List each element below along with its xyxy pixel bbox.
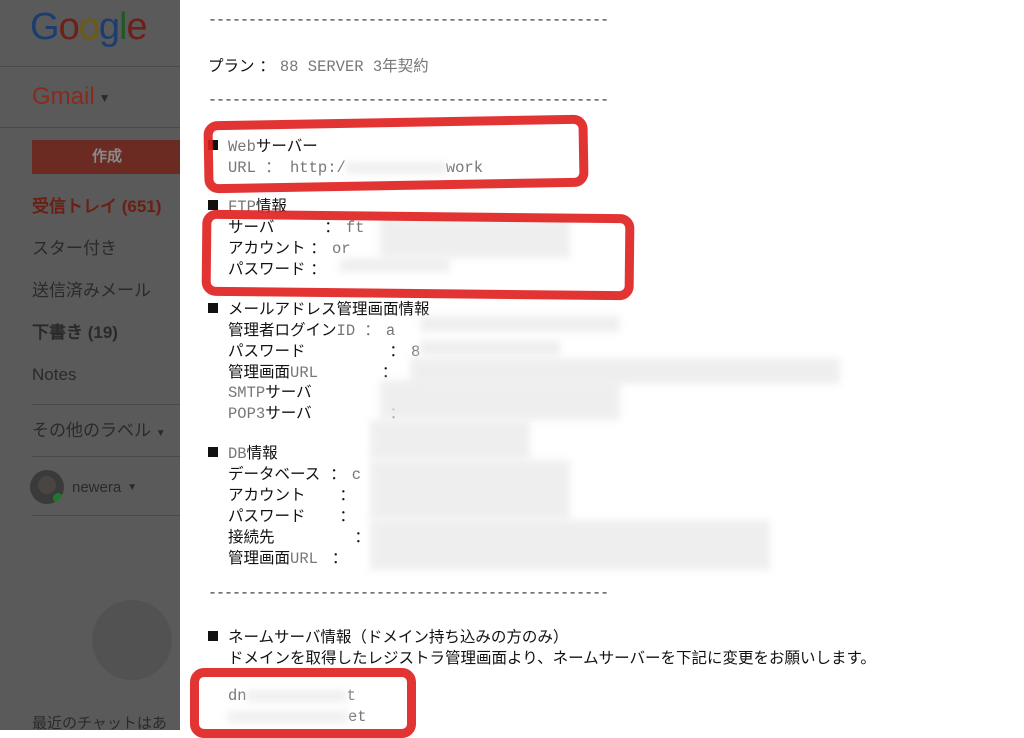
more-labels-link[interactable]: その他のラベル ▼ (32, 416, 166, 441)
db-password-line: パスワード ： (228, 504, 355, 526)
redacted-blur (370, 420, 530, 460)
db-database-value: c (351, 466, 362, 484)
db-database-sep: ： (330, 465, 346, 483)
mail-password-line: パスワード： 8 (228, 339, 420, 361)
redacted-blur (380, 380, 620, 420)
db-admin-url-label: 管理画面 (228, 549, 291, 567)
recent-chat-note: 最近のチャットはあ (32, 715, 167, 730)
mail-password-label: パスワード (228, 342, 306, 360)
db-admin-url-sep: ： (331, 549, 348, 567)
ns-heading-label: ネームサーバ情報（ドメイン持ち込みの方のみ） (228, 628, 569, 646)
nav-item-inbox[interactable]: 受信トレイ (651) (32, 192, 180, 234)
ns-heading: ネームサーバ情報（ドメイン持ち込みの方のみ） (208, 625, 568, 647)
email-body: ----------------------------------------… (180, 0, 1024, 738)
nav-item-drafts[interactable]: 下書き (19) (32, 318, 180, 360)
mail-admin-login-label: 管理者ログイン (228, 321, 337, 339)
redacted-blur (370, 460, 570, 520)
hangouts-placeholder-icon (92, 600, 172, 680)
db-password-label: パスワード (228, 507, 306, 525)
db-host-line: 接続先 ： (228, 525, 370, 547)
gmail-label: Gmail (32, 83, 95, 110)
db-admin-url-suffix: URL (290, 550, 318, 568)
nav-item-sent[interactable]: 送信済みメール (32, 276, 180, 318)
gmail-sidebar: Google Gmail ▼ 作成 受信トレイ (651) スター付き 送信済みメ… (0, 0, 180, 730)
redacted-blur (420, 316, 620, 332)
db-heading: DB情報 (208, 441, 278, 463)
mail-admin-url-label: 管理画面 (228, 363, 291, 381)
bullet-icon (208, 631, 218, 641)
red-marker-outline (203, 114, 589, 194)
bullet-icon (208, 303, 218, 313)
bullet-icon (208, 447, 218, 457)
gmail-header: Google (0, 0, 180, 67)
plan-line: プラン ： 88 SERVER 3年契約 (208, 54, 429, 76)
mail-admin-login-line: 管理者ログインID ： a (228, 318, 395, 340)
db-database-line: データベース ： c (228, 462, 361, 484)
plan-value: 88 SERVER 3年契約 (279, 58, 429, 76)
db-host-sep: ： (354, 528, 371, 546)
mail-heading-label: メールアドレス管理画面情報 (228, 300, 430, 318)
db-admin-url-line: 管理画面URL ： (228, 546, 347, 568)
mail-smtp-label: サーバ (265, 383, 312, 401)
compose-button[interactable]: 作成 (32, 140, 180, 174)
mail-password-sep: ： (389, 342, 406, 360)
separator: ----------------------------------------… (208, 12, 609, 29)
nav-item-notes[interactable]: Notes (32, 360, 180, 402)
red-marker-outline (201, 209, 635, 301)
redacted-blur (370, 520, 770, 570)
mail-smtp-prefix: SMTP (228, 384, 266, 402)
mail-pop3-prefix: POP3 (228, 405, 266, 423)
gmail-app-bar: Gmail ▼ (0, 67, 180, 128)
labels-divider (32, 456, 180, 457)
db-database-label: データベース (228, 465, 321, 483)
db-heading-jp: 情報 (246, 444, 278, 462)
gmail-nav: 受信トレイ (651) スター付き 送信済みメール 下書き (19) Notes (32, 192, 180, 402)
db-account-sep: ： (339, 486, 356, 504)
ns-instruction: ドメインを取得したレジストラ管理画面より、ネームサーバーを下記に変更をお願いしま… (228, 646, 876, 668)
gmail-app-switcher[interactable]: Gmail ▼ (32, 83, 111, 111)
mail-admin-login-suffix: ID ： (336, 322, 380, 340)
google-logo[interactable]: Google (30, 6, 148, 49)
mail-smtp-line: SMTPサーバ (228, 380, 312, 402)
mail-admin-url-sep: ： (381, 363, 398, 381)
online-status-icon (52, 492, 64, 504)
db-password-sep: ： (339, 507, 356, 525)
plan-label: プラン ： (208, 57, 280, 75)
separator: ----------------------------------------… (208, 92, 609, 109)
db-account-line: アカウント ： (228, 483, 355, 505)
ns-instruction-text: ドメインを取得したレジストラ管理画面より、ネームサーバーを下記に変更をお願いしま… (228, 649, 876, 667)
nav-item-starred[interactable]: スター付き (32, 234, 180, 276)
mail-heading: メールアドレス管理画面情報 (208, 297, 430, 319)
chevron-down-icon: ▼ (127, 481, 138, 493)
chevron-down-icon: ▼ (98, 90, 111, 105)
red-marker-outline (190, 668, 416, 738)
separator: ----------------------------------------… (208, 585, 609, 602)
more-labels-label: その他のラベル (32, 421, 151, 440)
db-host-label: 接続先 (228, 528, 275, 546)
db-account-label: アカウント (228, 486, 306, 504)
user-divider (32, 515, 180, 516)
mail-admin-url-line: 管理画面URL： (228, 360, 397, 382)
chevron-down-icon: ▼ (155, 428, 166, 439)
redacted-blur (420, 340, 560, 356)
bullet-icon (208, 200, 218, 210)
user-name: newera (72, 478, 122, 496)
nav-divider (32, 404, 180, 405)
hangouts-user[interactable]: newera ▼ (30, 470, 137, 504)
db-heading-prefix: DB (228, 445, 247, 463)
mail-pop3-label: サーバ (265, 404, 312, 422)
mail-admin-login-value: a (385, 322, 396, 340)
avatar (30, 470, 64, 504)
